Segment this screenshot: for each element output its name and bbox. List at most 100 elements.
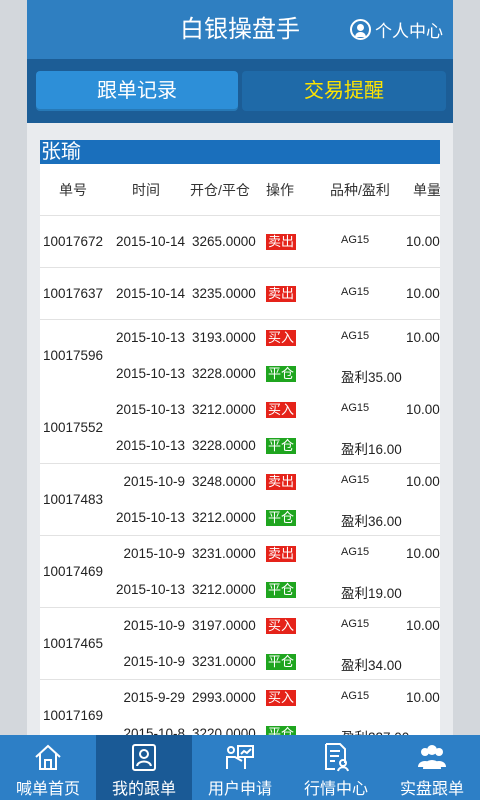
column-header-time: 时间 [132, 182, 160, 198]
order-kind: AG15 [341, 690, 370, 702]
order-price: 3265.0000 [192, 234, 256, 249]
table-row[interactable]: 10017469 2015-10-9 3231.0000 卖出 AG15 10.… [40, 536, 440, 608]
nav-label: 行情中心 [303, 781, 368, 798]
order-profit: 盈利35.00 [341, 370, 402, 385]
close-time: 2015-10-13 [115, 582, 185, 597]
order-time: 2015-10-14 [115, 234, 185, 249]
table-row[interactable]: 10017596 2015-10-13 3193.0000 买入 AG15 10… [40, 320, 440, 392]
order-id: 10017596 [43, 348, 104, 363]
close-time: 2015-10-13 [115, 438, 185, 453]
close-price: 3228.0000 [192, 366, 256, 381]
nav-user-apply[interactable]: 用户申请 [192, 735, 288, 800]
app-header: 白银操盘手 个人中心 [27, 0, 453, 59]
table-row[interactable]: 10017483 2015-10-9 3248.0000 卖出 AG15 10.… [40, 464, 440, 536]
close-badge: 平仓 [266, 510, 297, 526]
open-price: 3248.0000 [192, 474, 256, 489]
order-id: 10017465 [43, 636, 104, 651]
nav-home[interactable]: 喊单首页 [0, 735, 96, 800]
action-badge: 卖出 [266, 474, 297, 490]
close-time: 2015-10-8 [123, 726, 185, 735]
nav-market-center[interactable]: 行情中心 [288, 735, 384, 800]
table-row[interactable]: 10017465 2015-10-9 3197.0000 买入 AG15 10.… [40, 608, 440, 680]
home-icon [35, 744, 61, 770]
close-badge: 平仓 [266, 366, 297, 382]
table-row[interactable]: 10017552 2015-10-13 3212.0000 买入 AG15 10… [40, 392, 440, 464]
action-badge: 买入 [266, 618, 297, 634]
order-kind: AG15 [341, 618, 370, 630]
nav-label: 我的跟单 [111, 781, 176, 798]
close-time: 2015-10-13 [115, 366, 185, 381]
order-kind: AG15 [341, 402, 370, 414]
table-row[interactable]: 10017637 2015-10-14 3235.0000 卖出 AG15 10… [40, 268, 440, 320]
nav-label: 用户申请 [207, 781, 272, 798]
order-qty: 10.00 [406, 618, 440, 633]
nav-label: 喊单首页 [15, 781, 80, 798]
order-id: 10017672 [43, 234, 104, 249]
open-time: 2015-10-9 [123, 474, 185, 489]
profile-link[interactable]: 个人中心 [350, 17, 443, 41]
order-profit: 盈利19.00 [341, 586, 402, 601]
action-badge: 买入 [266, 402, 297, 418]
close-badge: 平仓 [266, 582, 297, 598]
order-qty: 10.00 [406, 286, 440, 301]
close-time: 2015-10-9 [123, 654, 185, 669]
profile-card-icon [132, 744, 156, 771]
tab-bar: 跟单记录 交易提醒 [27, 59, 453, 123]
bottom-nav: 喊单首页 我的跟单 用户申请 行情中心 实盘跟单 [0, 735, 480, 800]
open-price: 3231.0000 [192, 546, 256, 561]
action-badge: 卖出 [266, 234, 297, 250]
order-profit: 盈利227.00 [341, 726, 409, 735]
tab-follow-records[interactable]: 跟单记录 [36, 71, 238, 111]
order-kind: AG15 [341, 330, 370, 342]
nav-my-follow[interactable]: 我的跟单 [96, 735, 192, 800]
order-kind: AG15 [341, 286, 370, 298]
action-badge: 买入 [266, 690, 297, 706]
tab-trade-alerts[interactable]: 交易提醒 [242, 71, 446, 111]
close-badge: 平仓 [266, 726, 297, 735]
profile-label: 个人中心 [375, 21, 443, 41]
column-header-action: 操作 [266, 182, 294, 198]
order-kind: AG15 [341, 546, 370, 558]
group-icon [418, 745, 446, 769]
open-time: 2015-10-9 [123, 618, 185, 633]
open-time: 2015-10-13 [115, 330, 185, 345]
order-time: 2015-10-14 [115, 286, 185, 301]
order-qty: 10.00 [406, 402, 440, 417]
nav-live-follow[interactable]: 实盘跟单 [384, 735, 480, 800]
trader-name: 张瑜 [40, 140, 440, 164]
column-header-open-close: 开仓/平仓 [190, 182, 250, 198]
close-badge: 平仓 [266, 438, 297, 454]
action-badge: 买入 [266, 330, 297, 346]
content-area: 张瑜 单号 时间 开仓/平仓 操作 品种/盈利 单量 10017672 2015… [27, 123, 453, 735]
order-qty: 10.00 [406, 330, 440, 345]
table-header: 单号 时间 开仓/平仓 操作 品种/盈利 单量 [40, 164, 440, 216]
action-badge: 卖出 [266, 286, 297, 302]
order-qty: 10.00 [406, 474, 440, 489]
open-price: 3212.0000 [192, 402, 256, 417]
open-time: 2015-9-29 [123, 690, 185, 705]
action-badge: 卖出 [266, 546, 297, 562]
close-price: 3231.0000 [192, 654, 256, 669]
table-row[interactable]: 10017672 2015-10-14 3265.0000 卖出 AG15 10… [40, 216, 440, 268]
close-badge: 平仓 [266, 654, 297, 670]
order-price: 3235.0000 [192, 286, 256, 301]
table-row[interactable]: 10017169 2015-9-29 2993.0000 买入 AG15 10.… [40, 680, 440, 735]
document-person-icon [325, 743, 349, 772]
order-panel: 张瑜 单号 时间 开仓/平仓 操作 品种/盈利 单量 10017672 2015… [40, 140, 440, 735]
close-price: 3212.0000 [192, 510, 256, 525]
open-price: 2993.0000 [192, 690, 256, 705]
order-id: 10017637 [43, 286, 104, 301]
column-header-qty: 单量 [413, 182, 440, 198]
open-time: 2015-10-9 [123, 546, 185, 561]
close-price: 3228.0000 [192, 438, 256, 453]
order-id: 10017483 [43, 492, 104, 507]
order-profit: 盈利34.00 [341, 658, 402, 673]
order-profit: 盈利36.00 [341, 514, 402, 529]
column-header-kind-profit: 品种/盈利 [330, 182, 390, 198]
order-id: 10017469 [43, 564, 104, 579]
column-header-id: 单号 [59, 182, 87, 198]
order-kind: AG15 [341, 474, 370, 486]
user-circle-icon [350, 18, 371, 40]
open-price: 3193.0000 [192, 330, 256, 345]
presentation-icon [226, 745, 254, 769]
